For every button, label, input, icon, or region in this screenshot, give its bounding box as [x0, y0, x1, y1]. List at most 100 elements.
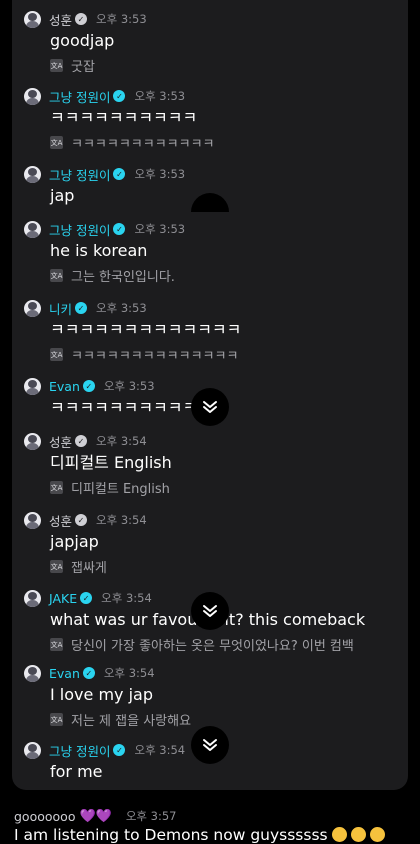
scroll-down-button[interactable]: [191, 592, 229, 630]
avatar[interactable]: [24, 220, 41, 238]
translate-icon: 文A: [50, 348, 63, 361]
translate-icon: 文A: [50, 59, 63, 72]
timestamp: 오후 3:53: [96, 301, 147, 315]
chat-message[interactable]: 성훈 ✓ 오후 3:54 디피컬트 English 文A 디피컬트 Englis…: [24, 432, 404, 497]
translate-icon: 文A: [50, 560, 63, 573]
avatar[interactable]: [24, 165, 41, 183]
avatar[interactable]: [24, 589, 41, 607]
translation-row: 文A 디피컬트 English: [50, 478, 404, 497]
timestamp: 오후 3:53: [96, 12, 147, 26]
chevron-double-down-icon: [203, 605, 217, 617]
timestamp: 오후 3:54: [96, 434, 147, 448]
message-text: for me: [50, 762, 103, 781]
scroll-down-button[interactable]: [191, 726, 229, 764]
translate-icon: 文A: [50, 481, 63, 494]
translate-icon: 文A: [50, 638, 63, 651]
message-header: 성훈 ✓ 오후 3:53: [24, 10, 404, 28]
username[interactable]: Evan: [49, 379, 80, 394]
verified-check-icon: ✓: [75, 302, 88, 314]
next-chat-message[interactable]: gooooooo 💜💜 오후 3:57 I am listening to De…: [14, 808, 420, 844]
verified-check-icon: ✓: [75, 13, 88, 25]
timestamp: 오후 3:54: [101, 591, 152, 605]
username[interactable]: 그냥 정원이: [49, 87, 110, 106]
avatar[interactable]: [24, 10, 41, 28]
message-header: 니키 ✓ 오후 3:53: [24, 299, 404, 317]
username[interactable]: gooooooo: [14, 809, 75, 824]
translate-icon: 文A: [50, 269, 63, 282]
verified-check-icon: ✓: [113, 223, 126, 235]
message-header: gooooooo 💜💜 오후 3:57: [14, 808, 420, 824]
translation-row: 文A 저는 제 잽을 사랑해요: [50, 710, 404, 729]
scroll-down-button[interactable]: [191, 388, 229, 426]
message-text: 디피컬트 English: [50, 453, 172, 472]
timestamp: 오후 3:53: [134, 167, 186, 181]
avatar[interactable]: [24, 511, 41, 529]
timestamp: 오후 3:53: [134, 89, 186, 103]
chat-message[interactable]: 그냥 정원이 ✓ 오후 3:53 ㅋㅋㅋㅋㅋㅋㅋㅋㅋㅋ 文A ㅋㅋㅋㅋㅋㅋㅋㅋㅋ…: [24, 87, 404, 152]
verified-check-icon: ✓: [113, 168, 126, 180]
message-text-row: I am listening to Demons now guyssssss: [14, 826, 420, 844]
translation-text: 당신이 가장 좋아하는 옷은 무엇이었나요? 이번 컴백: [71, 639, 354, 654]
message-text: ㅋㅋㅋㅋㅋㅋㅋㅋㅋㅋㅋㅋㅋ: [50, 320, 242, 339]
message-text: I am listening to Demons now guyssssss: [14, 826, 328, 844]
chat-message[interactable]: 니키 ✓ 오후 3:53 ㅋㅋㅋㅋㅋㅋㅋㅋㅋㅋㅋㅋㅋ 文A ㅋㅋㅋㅋㅋㅋㅋㅋㅋㅋ…: [24, 299, 404, 364]
username[interactable]: 성훈: [49, 432, 72, 451]
translate-icon: 文A: [50, 136, 63, 149]
chat-panel: 성훈 ✓ 오후 3:53 goodjap 文A 굿잡 그냥 정원이 ✓ 오후 3…: [12, 0, 408, 790]
timestamp: 오후 3:53: [103, 379, 155, 393]
username[interactable]: 성훈: [49, 10, 72, 29]
translation-row: 文A 당신이 가장 좋아하는 옷은 무엇이었나요? 이번 컴백: [50, 635, 404, 654]
username[interactable]: 성훈: [49, 511, 72, 530]
username[interactable]: 니키: [49, 299, 72, 318]
translation-row: 文A ㅋㅋㅋㅋㅋㅋㅋㅋㅋㅋㅋㅋ: [50, 133, 404, 152]
timestamp: 오후 3:54: [103, 666, 155, 680]
translation-text: 저는 제 잽을 사랑해요: [71, 714, 192, 729]
translation-text: 그는 한국인입니다.: [71, 270, 175, 285]
translation-row: 文A 그는 한국인입니다.: [50, 266, 404, 285]
translation-text: 디피컬트 English: [71, 482, 170, 497]
username[interactable]: 그냥 정원이: [49, 165, 110, 184]
verified-check-icon: ✓: [82, 380, 95, 392]
username[interactable]: JAKE: [49, 591, 77, 606]
avatar[interactable]: [24, 664, 41, 682]
verified-check-icon: ✓: [80, 592, 93, 604]
avatar[interactable]: [24, 377, 41, 395]
translation-text: ㅋㅋㅋㅋㅋㅋㅋㅋㅋㅋㅋㅋ: [71, 137, 215, 152]
timestamp: 오후 3:53: [134, 222, 186, 236]
chevron-double-down-icon: [203, 739, 217, 751]
translation-text: 굿잡: [71, 60, 95, 75]
verified-check-icon: ✓: [82, 667, 95, 679]
username[interactable]: 그냥 정원이: [49, 220, 110, 239]
chat-message[interactable]: 성훈 ✓ 오후 3:53 goodjap 文A 굿잡: [24, 10, 404, 75]
chat-message[interactable]: Evan ✓ 오후 3:54 I love my jap 文A 저는 제 잽을 …: [24, 664, 404, 729]
message-header: 성훈 ✓ 오후 3:54: [24, 511, 404, 529]
translation-row: 文A 굿잡: [50, 56, 404, 75]
avatar[interactable]: [24, 87, 41, 105]
timestamp: 오후 3:57: [125, 809, 177, 823]
message-header: 그냥 정원이 ✓ 오후 3:53: [24, 165, 404, 183]
message-header: 그냥 정원이 ✓ 오후 3:53: [24, 87, 404, 105]
timestamp: 오후 3:54: [96, 513, 147, 527]
translate-icon: 文A: [50, 713, 63, 726]
verified-check-icon: ✓: [113, 90, 126, 102]
translation-text: ㅋㅋㅋㅋㅋㅋㅋㅋㅋㅋㅋㅋㅋㅋ: [71, 349, 239, 364]
chat-message[interactable]: 성훈 ✓ 오후 3:54 japjap 文A 잽싸게: [24, 511, 404, 576]
message-text: goodjap: [50, 31, 115, 50]
verified-check-icon: ✓: [75, 514, 88, 526]
chat-message[interactable]: 그냥 정원이 ✓ 오후 3:53 he is korean 文A 그는 한국인입…: [24, 220, 404, 285]
avatar[interactable]: [24, 741, 41, 759]
message-header: Evan ✓ 오후 3:54: [24, 664, 404, 682]
message-text: japjap: [50, 532, 99, 551]
message-header: 그냥 정원이 ✓ 오후 3:53: [24, 220, 404, 238]
translation-text: 잽싸게: [71, 561, 107, 576]
avatar[interactable]: [24, 299, 41, 317]
message-text: I love my jap: [50, 685, 153, 704]
timestamp: 오후 3:54: [134, 743, 186, 757]
username[interactable]: Evan: [49, 666, 80, 681]
verified-check-icon: ✓: [113, 744, 126, 756]
message-text: ㅋㅋㅋㅋㅋㅋㅋㅋㅋㅋ: [50, 108, 198, 127]
avatar[interactable]: [24, 432, 41, 450]
translation-row: 文A 잽싸게: [50, 557, 404, 576]
username[interactable]: 그냥 정원이: [49, 741, 110, 760]
message-text: he is korean: [50, 241, 148, 260]
